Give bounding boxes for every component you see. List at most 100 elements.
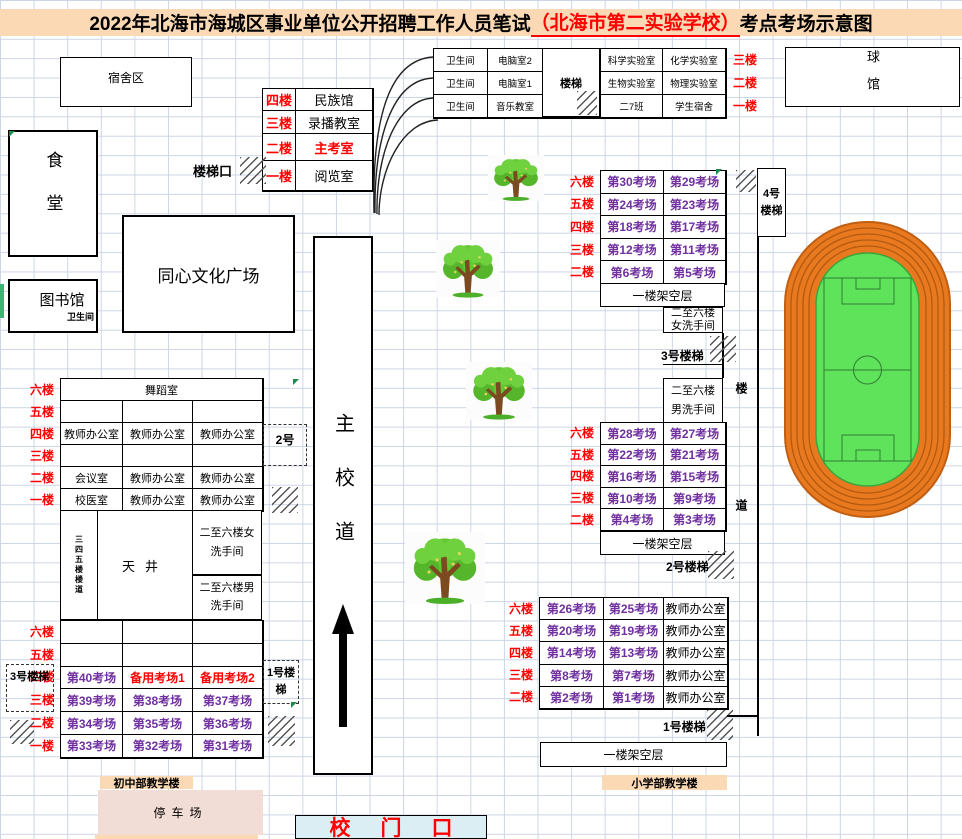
tree-icon — [436, 240, 500, 298]
library-label: 图书馆 — [39, 289, 84, 310]
floor-label: 二楼 — [568, 260, 598, 283]
stairs-hatch-icon — [577, 91, 597, 115]
exam-venue-map: 2022年北海市海城区事业单位公开招聘工作人员笔试（北海市第二实验学校）考点考场… — [0, 0, 962, 839]
stair-4-box: 4号楼梯 — [757, 168, 786, 237]
table-cell: 第10考场 — [601, 488, 664, 510]
table-cell: 第39考场 — [61, 689, 123, 712]
table-cell: 教师办公室 — [123, 467, 193, 489]
plaza-box: 同心文化广场 — [122, 215, 295, 333]
ground-floor-label: 一楼架空层 — [603, 746, 663, 763]
table-cell: 主考室 — [296, 134, 373, 161]
floor-label: 二楼 — [727, 71, 761, 94]
stair-2-right-label: 2号楼梯 — [666, 558, 709, 575]
table-cell: 化学实验室 — [663, 49, 726, 72]
path-arcs — [374, 57, 438, 215]
cell-marker-icon — [291, 702, 297, 708]
floor-label: 五楼 — [568, 444, 598, 466]
tree-icon — [466, 362, 532, 420]
table-cell: 第12考场 — [601, 239, 664, 262]
table-left-building: 舞蹈室教师办公室教师办公室教师办公室会议室教师办公室教师办公室校医室教师办公室教… — [60, 378, 264, 512]
table-cell: 第2考场 — [540, 687, 604, 709]
primary-school-label-strip: 小学部教学楼 — [602, 775, 727, 790]
washroom-m-label: 二至六楼男洗手间 — [670, 382, 716, 419]
table-cell: 第23考场 — [664, 194, 726, 217]
table-cell: 学生宿舍 — [663, 95, 726, 118]
gym-label: 球馆 — [863, 50, 882, 104]
washroom-f-label: 二至六楼女洗手间 — [670, 307, 716, 333]
gym-box: 球馆 — [785, 47, 960, 107]
table-cell: 舞蹈室 — [61, 379, 263, 401]
floor-label: 六楼 — [568, 422, 598, 444]
tree-icon — [405, 532, 485, 604]
running-track — [785, 222, 950, 517]
table-cell: 第38考场 — [123, 689, 193, 712]
table-cell: 第34考场 — [61, 712, 123, 735]
stairs-hatch-icon — [736, 170, 756, 192]
plaza-label: 同心文化广场 — [158, 262, 260, 287]
table-cell — [193, 644, 263, 667]
table-cell: 教师办公室 — [664, 642, 728, 664]
table-cell: 卫生间 — [434, 49, 488, 72]
primary-school-label: 小学部教学楼 — [632, 775, 698, 791]
table-cell: 第19考场 — [604, 620, 664, 642]
floor-label: 一楼 — [26, 488, 58, 510]
table-cell — [193, 621, 263, 644]
table-cell: 三楼 — [263, 111, 296, 134]
washroom-m-left-box: 二至六楼男洗手间 — [192, 575, 262, 620]
table-cell: 第35考场 — [123, 712, 193, 735]
table-cell: 教师办公室 — [664, 598, 728, 620]
table-cell — [61, 621, 123, 644]
table-cell: 教师办公室 — [664, 665, 728, 687]
stair-3-left-label: 3号楼梯 — [10, 671, 49, 683]
table-cell: 第16考场 — [601, 466, 664, 488]
school-gate-box: 校门口 — [295, 815, 487, 839]
table-cell: 第18考场 — [601, 216, 664, 239]
table-cell: 第30考场 — [601, 171, 664, 194]
table-cell: 备用考场2 — [193, 667, 263, 690]
floor-label: 三楼 — [568, 487, 598, 509]
peach-strip — [95, 835, 258, 839]
corridor-wall-line — [727, 715, 758, 717]
main-road-label: 主校道 — [329, 413, 358, 575]
floor-label: 四楼 — [568, 465, 598, 487]
table-cell: 第32考场 — [123, 735, 193, 758]
stair-1-right-label: 1号楼梯 — [663, 718, 706, 735]
table-cell: 生物实验室 — [601, 72, 663, 95]
tree-icon — [488, 155, 544, 201]
table-cell: 民族馆 — [296, 89, 373, 111]
cell-marker-icon — [0, 284, 4, 318]
wall-line — [663, 364, 723, 365]
table-cell: 第37考场 — [193, 689, 263, 712]
washroom-m-right-box: 二至六楼男洗手间 — [663, 378, 723, 424]
table-cell — [123, 401, 193, 423]
cell-marker-icon — [9, 131, 15, 137]
table-cell: 卫生间 — [434, 72, 488, 95]
dorm-area-box: 宿舍区 — [60, 57, 192, 107]
ground-floor-box-bottom: 一楼架空层 — [540, 742, 727, 767]
stair-3-right-label: 3号楼梯 — [661, 347, 704, 364]
stairs-hatch-icon — [272, 487, 298, 513]
table-cell: 电脑室2 — [488, 49, 543, 72]
stair-1-left-label: 1号楼梯 — [267, 667, 295, 696]
table-cell: 物理实验室 — [663, 72, 726, 95]
table-cell: 教师办公室 — [123, 423, 193, 445]
corridor-label: 楼道 — [733, 382, 750, 616]
stairs-hatch-icon — [268, 716, 295, 746]
floor-label: 四楼 — [26, 422, 58, 444]
stair-entrance-label: 楼梯口 — [193, 161, 232, 180]
table-cell: 第15考场 — [664, 466, 726, 488]
table-bottom-left: 第40考场备用考场1备用考场2第39考场第38考场第37考场第34考场第35考场… — [60, 620, 264, 759]
table-right-bottom: 第26考场第25考场教师办公室第20考场第19考场教师办公室第14考场第13考场… — [539, 597, 729, 710]
table-cell: 第5考场 — [664, 261, 726, 284]
corridor-345-label: 三四五楼楼道 — [74, 535, 85, 595]
top-table-floor-labels: 三楼二楼一楼 — [727, 48, 761, 117]
table-cell: 第25考场 — [604, 598, 664, 620]
table-cell: 第20考场 — [540, 620, 604, 642]
stair-3-left-box: 3号楼梯 — [6, 664, 54, 712]
table-cell: 第36考场 — [193, 712, 263, 735]
table-right-top: 第30考场第29考场第24考场第23考场第18考场第17考场第12考场第11考场… — [600, 170, 727, 285]
table-cell: 校医室 — [61, 489, 123, 511]
floor-label: 四楼 — [508, 641, 537, 663]
table-cell: 一楼 — [263, 161, 296, 191]
middle-school-label-strip: 初中部教学楼 — [100, 776, 193, 789]
